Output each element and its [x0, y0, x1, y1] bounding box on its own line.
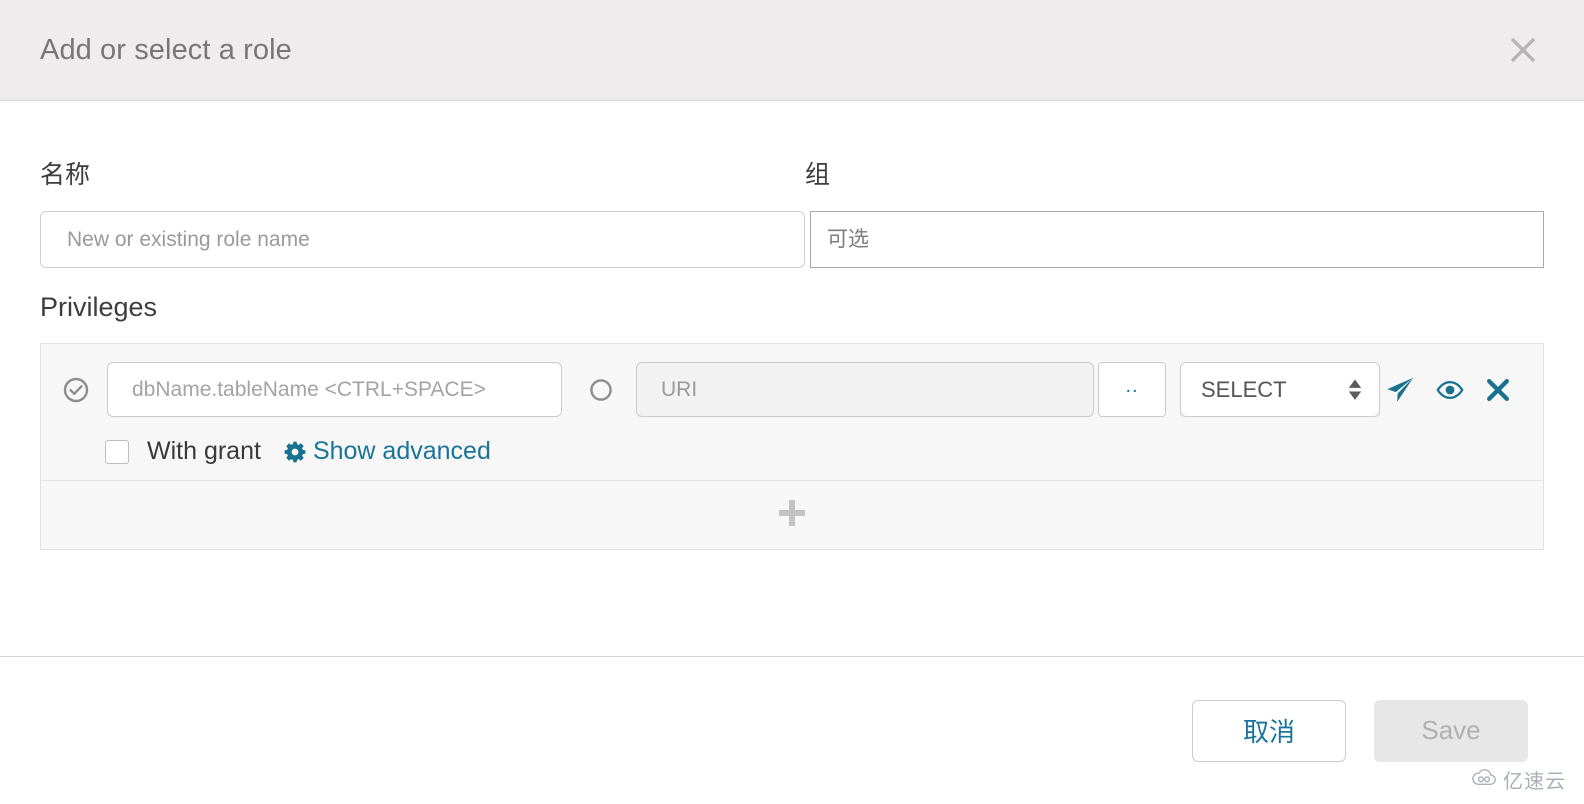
- privilege-row-main: .. SELECT: [41, 362, 1543, 417]
- add-or-select-role-dialog: Add or select a role 名称 组 Privileges: [0, 0, 1584, 804]
- show-advanced-label: Show advanced: [312, 437, 491, 465]
- close-icon[interactable]: [1506, 33, 1540, 67]
- remove-icon[interactable]: [1485, 377, 1511, 403]
- group-label: 组: [805, 161, 831, 189]
- privileges-panel: .. SELECT: [40, 343, 1544, 550]
- privilege-select[interactable]: SELECT: [1180, 362, 1380, 417]
- scope-radio-db[interactable]: [63, 377, 89, 403]
- field-label-row: 名称 组: [40, 101, 1544, 191]
- role-name-input[interactable]: [40, 211, 805, 268]
- privilege-row: .. SELECT: [41, 344, 1543, 481]
- uri-input[interactable]: [636, 362, 1094, 417]
- privilege-select-wrap: SELECT: [1180, 362, 1380, 417]
- privilege-row-actions: [1385, 375, 1519, 405]
- with-grant-label: With grant: [147, 437, 261, 465]
- plus-icon: [775, 496, 809, 535]
- name-label: 名称: [40, 161, 91, 189]
- gear-icon: [283, 440, 307, 464]
- add-privilege-row-button[interactable]: [41, 481, 1543, 549]
- save-button[interactable]: Save: [1374, 699, 1528, 762]
- dialog-footer: 取消 Save: [0, 656, 1584, 804]
- send-icon[interactable]: [1385, 375, 1415, 405]
- scope-radio-uri[interactable]: [588, 377, 614, 403]
- with-grant-checkbox[interactable]: [105, 439, 129, 464]
- name-label-cell: 名称: [40, 155, 805, 191]
- group-label-cell: 组: [805, 155, 1544, 191]
- browse-button[interactable]: ..: [1098, 362, 1166, 417]
- dialog-body: 名称 组 Privileges: [0, 101, 1584, 656]
- privilege-row-options: With grant Show advanced: [41, 437, 1543, 466]
- db-table-input[interactable]: [107, 362, 562, 417]
- eye-icon[interactable]: [1436, 376, 1464, 404]
- group-input[interactable]: [810, 211, 1544, 268]
- show-advanced-link[interactable]: Show advanced: [283, 437, 491, 466]
- dialog-header: Add or select a role: [0, 0, 1584, 101]
- privileges-section-title: Privileges: [40, 292, 158, 322]
- name-group-input-row: [40, 211, 1544, 268]
- dialog-title: Add or select a role: [40, 33, 292, 66]
- cancel-button[interactable]: 取消: [1192, 699, 1346, 762]
